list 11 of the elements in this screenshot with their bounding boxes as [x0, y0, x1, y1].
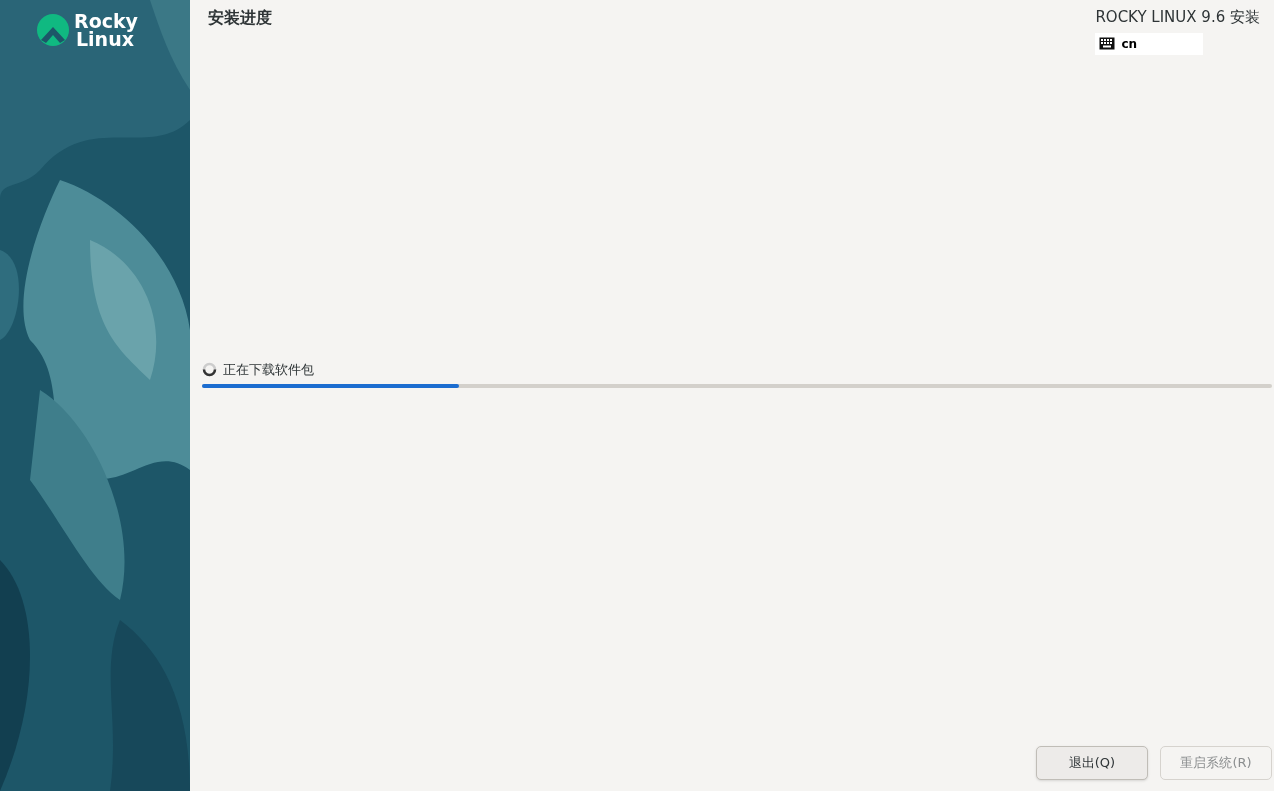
keyboard-layout-label: cn [1121, 35, 1138, 53]
spinner-icon [202, 361, 217, 377]
logo-icon [36, 13, 70, 47]
logo-text: Rocky [74, 12, 138, 30]
keyboard-icon [1099, 37, 1116, 50]
keyboard-layout-indicator[interactable]: cn [1095, 32, 1204, 55]
product-title: ROCKY LINUX 9.6 安装 [1095, 7, 1260, 28]
page-title: 安装进度 [207, 7, 272, 29]
progress-status: 正在下载软件包 [223, 360, 314, 379]
footer-button[interactable]: 退出(Q) [1036, 746, 1148, 780]
logo-text: Linux [76, 30, 134, 48]
